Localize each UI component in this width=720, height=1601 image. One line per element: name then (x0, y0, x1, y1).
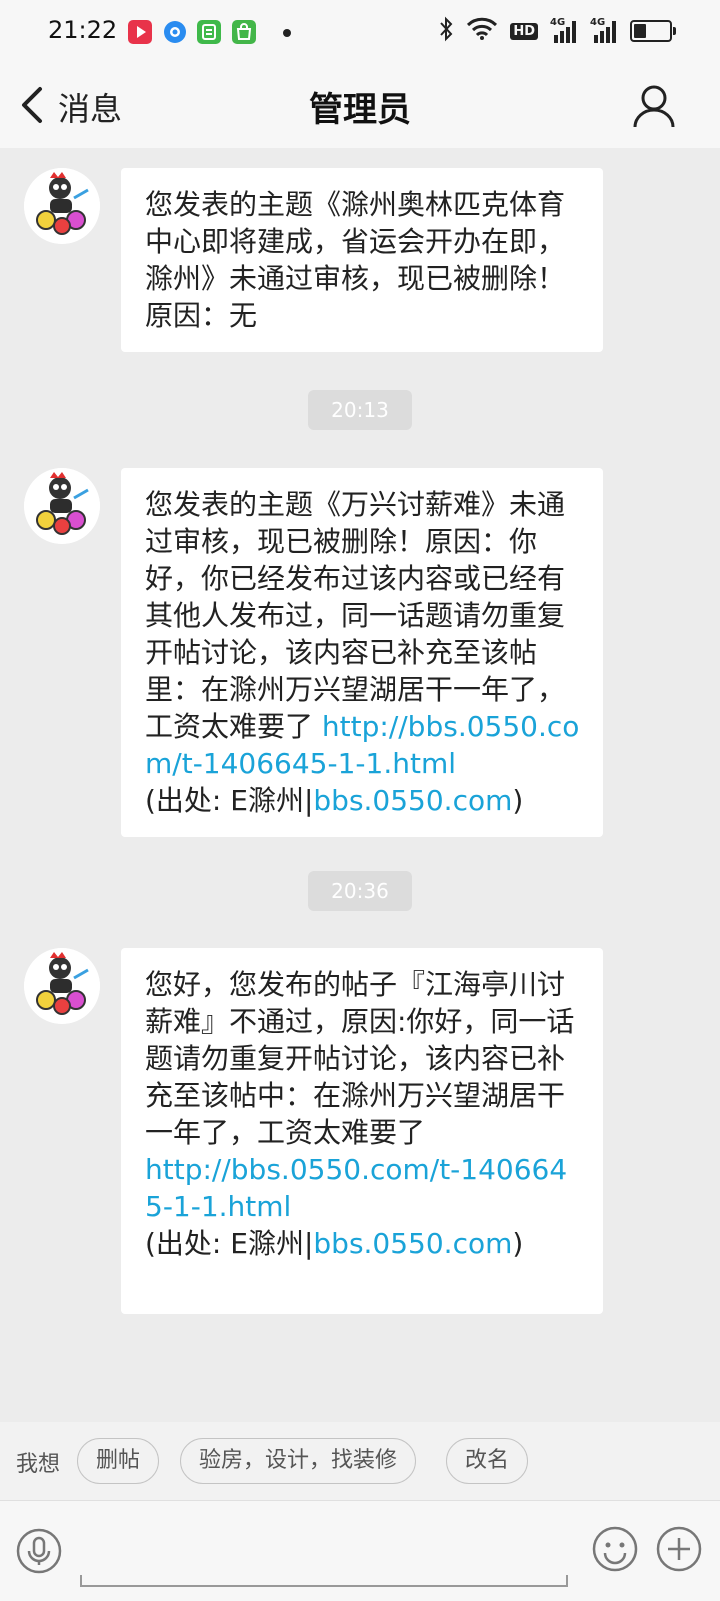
emoji-button[interactable] (592, 1526, 638, 1576)
hd-badge: HD (510, 22, 538, 40)
bluetooth-icon (438, 16, 454, 46)
source-text: (出处: E滁州| (145, 784, 314, 817)
admin-avatar[interactable] (24, 168, 100, 244)
status-right-icons: HD 4G 4G (438, 16, 676, 46)
quick-reply-bar: 我想 删帖 验房，设计，找装修 改名 (0, 1422, 720, 1500)
status-bar: 21:22 HD 4G 4G (0, 0, 720, 64)
message-text: 您发表的主题《滁州奥林匹克体育中心即将建成，省运会开办在即，滁州》未通过审核，现… (145, 188, 566, 332)
message-timestamp: 20:36 (308, 871, 412, 911)
message-input-bar (0, 1500, 720, 1601)
message-timestamp: 20:13 (308, 390, 412, 430)
message-bubble[interactable]: 您发表的主题《万兴讨薪难》未通过审核，现已被删除！原因：你好，你已经发布过该内容… (121, 468, 603, 837)
signal-icon: 4G (550, 17, 578, 43)
quick-reply-chip[interactable]: 验房，设计，找装修 (180, 1438, 417, 1484)
admin-avatar[interactable] (24, 468, 100, 544)
source-text-end: ) (512, 784, 524, 817)
quick-reply-chip[interactable]: 改名 (446, 1438, 529, 1484)
source-text: (出处: E滁州| (145, 1227, 314, 1260)
status-time: 21:22 (48, 16, 118, 44)
admin-avatar[interactable] (24, 948, 100, 1024)
back-button[interactable]: 消息 (18, 84, 122, 130)
back-label: 消息 (58, 90, 123, 128)
browser-app-icon (163, 20, 187, 44)
message-text: 您好，您发布的帖子『江海亭川讨薪难』不通过，原因:你好，同一话题请勿重复开帖讨论… (145, 968, 575, 1149)
video-app-icon (128, 20, 152, 44)
battery-icon (630, 20, 676, 42)
wifi-icon (466, 17, 498, 45)
emoji-icon (592, 1526, 638, 1576)
reader-app-icon (197, 20, 221, 44)
message-bubble[interactable]: 您好，您发布的帖子『江海亭川讨薪难』不通过，原因:你好，同一话题请勿重复开帖讨论… (121, 948, 603, 1314)
user-icon (632, 85, 676, 132)
quick-reply-label: 我想 (16, 1452, 61, 1477)
profile-button[interactable] (632, 84, 676, 132)
network-label: 4G (590, 17, 606, 28)
notification-dot (283, 29, 291, 37)
site-link[interactable]: bbs.0550.com (313, 784, 512, 817)
signal-icon: 4G (590, 17, 618, 43)
shop-app-icon (232, 20, 256, 44)
message-text: 您发表的主题《万兴讨薪难》未通过审核，现已被删除！原因：你好，你已经发布过该内容… (145, 488, 566, 743)
plus-icon (656, 1526, 702, 1576)
source-text-end: ) (512, 1227, 524, 1260)
voice-button[interactable] (16, 1528, 62, 1578)
voice-icon (16, 1528, 62, 1578)
chat-header: 消息 管理员 (0, 64, 720, 148)
message-list[interactable]: 您发表的主题《滁州奥林匹克体育中心即将建成，省运会开办在即，滁州》未通过审核，现… (0, 148, 720, 1420)
post-link[interactable]: http://bbs.0550.com/t-1406645-1-1.html (145, 1153, 567, 1223)
quick-reply-chip[interactable]: 删帖 (77, 1438, 160, 1484)
network-label: 4G (550, 17, 566, 28)
message-input[interactable] (80, 1521, 568, 1587)
site-link[interactable]: bbs.0550.com (313, 1227, 512, 1260)
message-bubble[interactable]: 您发表的主题《滁州奥林匹克体育中心即将建成，省运会开办在即，滁州》未通过审核，现… (121, 168, 603, 352)
chevron-left-icon (18, 85, 44, 129)
more-button[interactable] (656, 1526, 702, 1576)
